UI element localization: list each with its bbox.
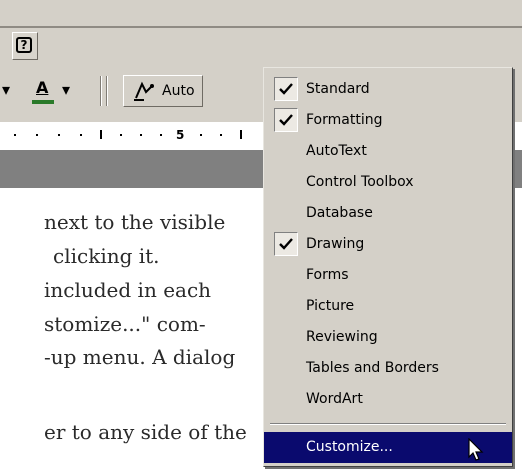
menu-item-label: Picture — [306, 298, 355, 314]
body-text-line: stomize..." com- — [44, 312, 206, 336]
ruler-mark — [200, 134, 202, 136]
body-text-line: included in each — [44, 278, 212, 302]
menu-item-drawing[interactable]: Drawing — [264, 229, 512, 260]
menu-divider — [270, 423, 506, 425]
dropdown-arrow-icon[interactable]: ▾ — [2, 80, 10, 99]
toolbar-separator — [100, 76, 102, 106]
menu-item-label: Reviewing — [306, 329, 378, 345]
ruler-mark — [36, 134, 38, 136]
menu-item-formatting[interactable]: Formatting — [264, 105, 512, 136]
font-color-button[interactable]: A — [30, 78, 56, 108]
help-button[interactable]: ? — [12, 32, 38, 60]
body-text-line: clicking it. — [53, 244, 160, 268]
ruler-number: 5 — [176, 128, 185, 142]
checkmark-box — [274, 108, 298, 132]
menu-item-label: Customize... — [306, 439, 393, 455]
menu-bar: ? — [0, 28, 522, 68]
ruler-mark — [58, 134, 60, 136]
menu-item-label: Standard — [306, 81, 370, 97]
menu-item-label: Database — [306, 205, 373, 221]
ruler-mark — [80, 134, 82, 136]
menu-item-picture[interactable]: Picture — [264, 291, 512, 322]
menu-item-label: Control Toolbox — [306, 174, 414, 190]
help-icon: ? — [16, 37, 32, 53]
font-color-icon: A — [36, 78, 49, 97]
title-bar — [0, 0, 522, 27]
ruler-tick — [100, 130, 102, 139]
body-text-line: er to any side of the — [44, 420, 247, 444]
toolbar-grip[interactable] — [106, 76, 108, 106]
menu-item-customize[interactable]: Customize... — [264, 432, 512, 463]
menu-item-label: Forms — [306, 267, 349, 283]
menu-item-standard[interactable]: Standard — [264, 74, 512, 105]
checkmark-box — [274, 77, 298, 101]
checkmark-icon — [279, 83, 293, 95]
body-text-line: -up menu. A dialog — [44, 345, 236, 369]
menu-item-autotext[interactable]: AutoText — [264, 136, 512, 167]
ruler-mark — [140, 134, 142, 136]
checkmark-icon — [279, 238, 293, 250]
menu-item-reviewing[interactable]: Reviewing — [264, 322, 512, 353]
checkmark-box — [274, 232, 298, 256]
menu-item-label: AutoText — [306, 143, 367, 159]
menu-item-wordart[interactable]: WordArt — [264, 384, 512, 415]
ruler-mark — [160, 134, 162, 136]
menu-item-label: Drawing — [306, 236, 365, 252]
body-text-line: next to the visible — [44, 210, 226, 234]
menu-item-tables-and-borders[interactable]: Tables and Borders — [264, 353, 512, 384]
toolbars-context-menu: Standard Formatting AutoText Control Too… — [263, 67, 513, 467]
checkmark-icon — [279, 114, 293, 126]
font-color-swatch — [32, 100, 54, 104]
font-color-dropdown-icon[interactable]: ▾ — [62, 80, 70, 99]
menu-item-label: Formatting — [306, 112, 383, 128]
menu-item-label: Tables and Borders — [306, 360, 439, 376]
menu-item-control-toolbox[interactable]: Control Toolbox — [264, 167, 512, 198]
ruler-tick — [240, 130, 242, 139]
menu-item-forms[interactable]: Forms — [264, 260, 512, 291]
autoshapes-icon — [134, 81, 154, 101]
ruler-mark — [220, 134, 222, 136]
ruler-mark — [14, 134, 16, 136]
autoshapes-button[interactable]: Auto — [123, 75, 203, 107]
menu-item-database[interactable]: Database — [264, 198, 512, 229]
menu-item-label: WordArt — [306, 391, 363, 407]
mouse-pointer-icon — [468, 438, 484, 461]
ruler-mark — [120, 134, 122, 136]
autoshapes-label: Auto — [162, 83, 195, 99]
